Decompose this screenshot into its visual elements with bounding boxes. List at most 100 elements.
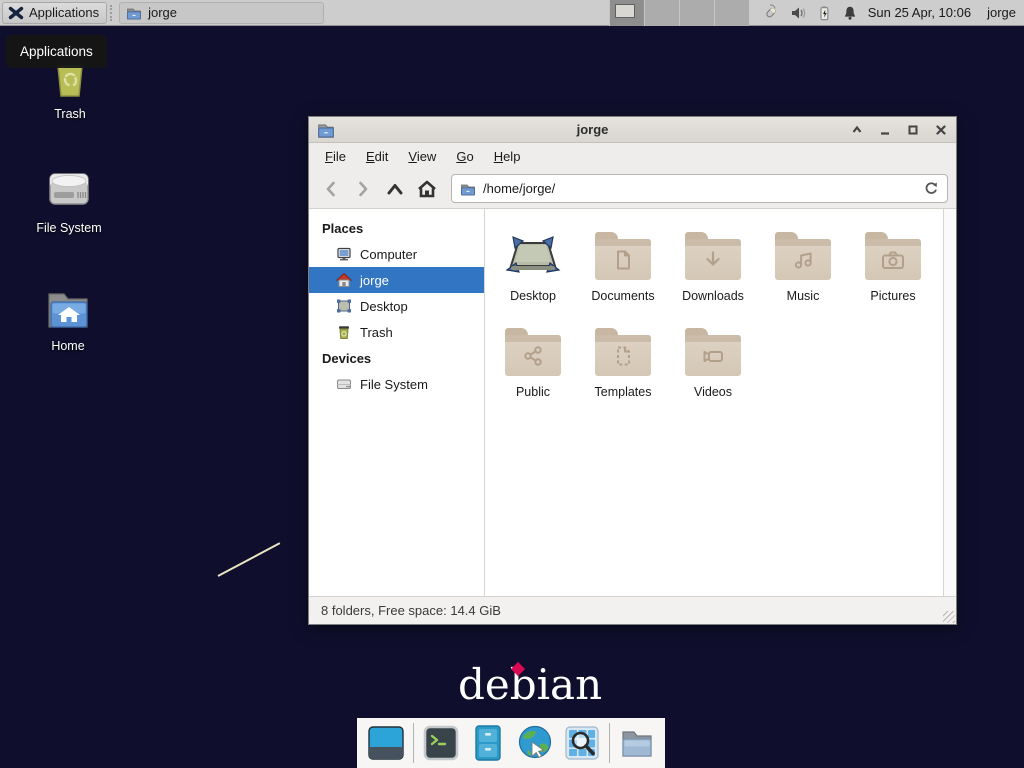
workspace-4[interactable] bbox=[714, 0, 749, 26]
sidebar-item-label: Desktop bbox=[360, 299, 408, 314]
trash-icon bbox=[336, 324, 352, 340]
file-manager-launcher[interactable] bbox=[468, 723, 508, 763]
minimize-button[interactable] bbox=[878, 123, 892, 137]
shade-button[interactable] bbox=[850, 123, 864, 137]
window-title: jorge bbox=[335, 122, 850, 137]
sidebar-item-computer[interactable]: Computer bbox=[309, 241, 484, 267]
file-item-desktop[interactable]: Desktop bbox=[488, 223, 578, 319]
home-icon bbox=[336, 272, 352, 288]
folder-music-icon bbox=[775, 239, 831, 280]
file-item-pictures[interactable]: Pictures bbox=[848, 223, 938, 319]
desktop-icon-file-system[interactable]: File System bbox=[25, 168, 113, 235]
hard-drive-icon bbox=[336, 376, 352, 392]
workspace-3[interactable] bbox=[679, 0, 714, 26]
dock bbox=[357, 718, 665, 768]
refresh-icon[interactable] bbox=[924, 181, 939, 196]
workspace-window-thumb bbox=[615, 4, 635, 18]
file-item-label: Documents bbox=[591, 289, 654, 303]
battery-icon[interactable] bbox=[817, 5, 832, 21]
sidebar-item-desktop[interactable]: Desktop bbox=[309, 293, 484, 319]
directory-menu-launcher[interactable] bbox=[617, 723, 657, 763]
desktop-icon-home[interactable]: Home bbox=[24, 288, 112, 353]
app-finder-launcher[interactable] bbox=[562, 723, 602, 763]
xfce-logo-icon bbox=[8, 5, 24, 21]
desktop-icon-label: File System bbox=[36, 221, 101, 235]
applications-menu-button[interactable]: Applications bbox=[2, 2, 107, 24]
notifications-bell-icon[interactable] bbox=[842, 5, 858, 21]
folder-icon bbox=[126, 5, 142, 21]
taskbar-window-label: jorge bbox=[148, 5, 177, 20]
resize-grip[interactable] bbox=[943, 611, 955, 623]
statusbar-text: 8 folders, Free space: 14.4 GiB bbox=[321, 603, 501, 618]
file-item-label: Public bbox=[516, 385, 550, 399]
sidebar-item-trash[interactable]: Trash bbox=[309, 319, 484, 345]
panel-handle[interactable] bbox=[110, 5, 116, 21]
file-item-public[interactable]: Public bbox=[488, 319, 578, 415]
sidebar-item-file-system[interactable]: File System bbox=[309, 371, 484, 397]
vertical-scrollbar[interactable] bbox=[943, 209, 956, 596]
taskbar-window-button[interactable]: jorge bbox=[119, 2, 324, 24]
sidebar-item-jorge[interactable]: jorge bbox=[309, 267, 484, 293]
debian-wallpaper-text: debian bbox=[458, 660, 602, 709]
web-browser-launcher[interactable] bbox=[515, 723, 555, 763]
sidebar-devices-header: Devices bbox=[309, 345, 484, 371]
file-view[interactable]: Desktop Documents Downloads bbox=[485, 209, 943, 596]
sidebar-item-label: Computer bbox=[360, 247, 417, 262]
back-button[interactable] bbox=[317, 175, 345, 203]
dock-separator bbox=[609, 723, 610, 763]
file-item-documents[interactable]: Documents bbox=[578, 223, 668, 319]
folder-template-icon bbox=[595, 335, 651, 376]
panel-clock[interactable]: Sun 25 Apr, 10:06 bbox=[868, 5, 971, 20]
menubar: File Edit View Go Help bbox=[309, 143, 956, 169]
dock-separator bbox=[413, 723, 414, 763]
file-item-label: Pictures bbox=[870, 289, 915, 303]
menu-view[interactable]: View bbox=[398, 145, 446, 168]
sidebar-places-header: Places bbox=[309, 215, 484, 241]
path-bar[interactable]: /home/jorge/ bbox=[451, 174, 948, 203]
mouse-icon[interactable] bbox=[763, 4, 780, 21]
folder-video-icon bbox=[685, 335, 741, 376]
file-item-music[interactable]: Music bbox=[758, 223, 848, 319]
system-tray bbox=[763, 4, 858, 21]
sidebar: Places Computer jorge Desktop bbox=[309, 209, 485, 596]
file-item-videos[interactable]: Videos bbox=[668, 319, 758, 415]
path-input[interactable]: /home/jorge/ bbox=[483, 181, 917, 196]
file-manager-window: jorge File Edit View Go Help bbox=[308, 116, 957, 625]
menu-help[interactable]: Help bbox=[484, 145, 531, 168]
desktop-icon-label: Trash bbox=[54, 107, 86, 121]
volume-icon[interactable] bbox=[790, 5, 807, 21]
file-item-label: Desktop bbox=[510, 289, 556, 303]
sidebar-item-label: Trash bbox=[360, 325, 393, 340]
workspace-2[interactable] bbox=[644, 0, 679, 26]
hard-drive-icon bbox=[45, 168, 93, 214]
menu-file[interactable]: File bbox=[315, 145, 356, 168]
file-item-label: Music bbox=[787, 289, 820, 303]
workspace-1[interactable] bbox=[609, 0, 644, 26]
applications-tooltip: Applications bbox=[6, 35, 107, 68]
window-folder-icon bbox=[317, 121, 335, 139]
maximize-button[interactable] bbox=[906, 123, 920, 137]
statusbar: 8 folders, Free space: 14.4 GiB bbox=[309, 596, 956, 624]
menu-go[interactable]: Go bbox=[446, 145, 483, 168]
titlebar[interactable]: jorge bbox=[309, 117, 956, 143]
applications-menu-label: Applications bbox=[29, 5, 99, 20]
folder-share-icon bbox=[505, 335, 561, 376]
computer-icon bbox=[336, 246, 352, 262]
file-item-downloads[interactable]: Downloads bbox=[668, 223, 758, 319]
panel-user-button[interactable]: jorge bbox=[987, 5, 1016, 20]
file-item-templates[interactable]: Templates bbox=[578, 319, 668, 415]
forward-button[interactable] bbox=[349, 175, 377, 203]
folder-download-icon bbox=[685, 239, 741, 280]
file-item-label: Templates bbox=[595, 385, 652, 399]
home-button[interactable] bbox=[413, 175, 441, 203]
up-button[interactable] bbox=[381, 175, 409, 203]
file-item-label: Videos bbox=[694, 385, 732, 399]
close-button[interactable] bbox=[934, 123, 948, 137]
menu-edit[interactable]: Edit bbox=[356, 145, 398, 168]
desktop-icon-label: Home bbox=[51, 339, 84, 353]
terminal-launcher[interactable] bbox=[421, 723, 461, 763]
desktop-pad-icon bbox=[504, 223, 562, 287]
folder-camera-icon bbox=[865, 239, 921, 280]
workspace-switcher[interactable] bbox=[609, 0, 749, 26]
show-desktop-button[interactable] bbox=[366, 723, 406, 763]
